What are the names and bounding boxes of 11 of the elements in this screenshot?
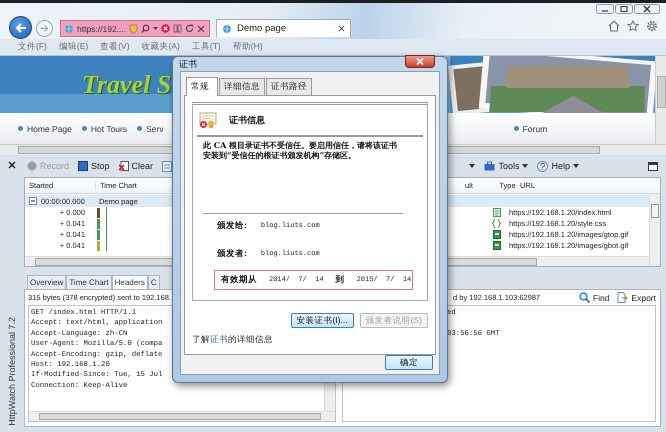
field-label: 颁发给: xyxy=(217,220,247,232)
field-label: 颁发者: xyxy=(217,248,247,260)
address-text: https://192.... xyxy=(77,24,126,34)
warning-text: 此 CA 根目录证书不受信任。要启用信任，请将该证书安装到“受信任的根证书颁发机构”存储区。 xyxy=(203,141,403,214)
field-label: 到 xyxy=(336,274,345,286)
tab-title: Demo page xyxy=(237,23,286,34)
field-label: 有效期从 xyxy=(221,274,257,286)
section-heading: 证书信息 xyxy=(229,114,265,126)
dialog-title: 证书 xyxy=(179,58,197,70)
product-name: HttpWatch Professional 7.2 xyxy=(7,317,17,426)
info-text: 了解证书的详细信息 xyxy=(192,334,274,346)
